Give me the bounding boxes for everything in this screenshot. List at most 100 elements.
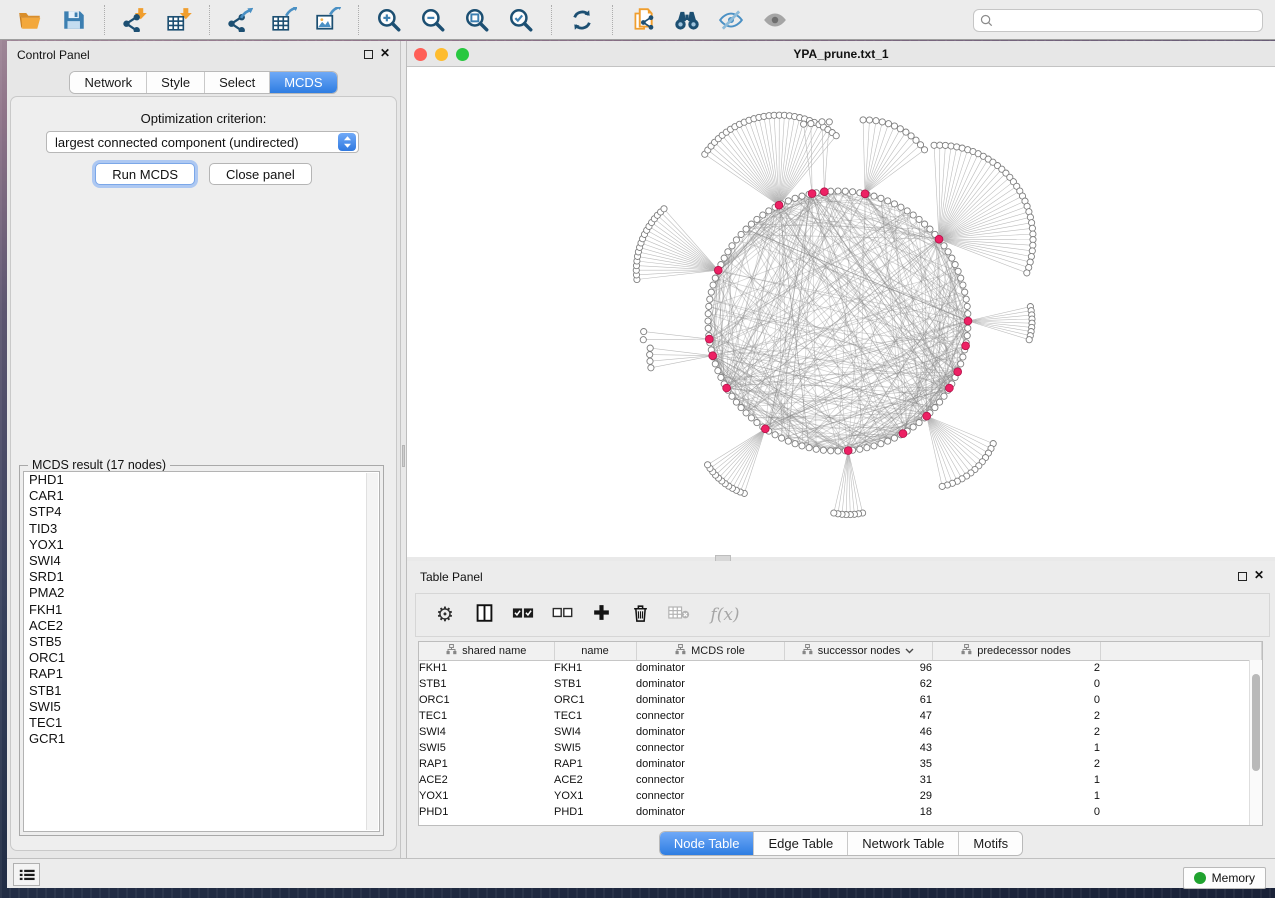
open-button[interactable] (13, 4, 47, 36)
zoom-fit-button[interactable] (460, 4, 494, 36)
refresh-button[interactable] (565, 4, 599, 36)
cell-predecessor-nodes: 0 (932, 804, 1100, 820)
mcds-result-item[interactable]: STB1 (24, 683, 379, 699)
mcds-result-item[interactable]: STP4 (24, 504, 379, 520)
cell-successor-nodes: 46 (784, 724, 932, 740)
tab-edge-table[interactable]: Edge Table (754, 832, 848, 855)
mcds-result-item[interactable]: ORC1 (24, 650, 379, 666)
column-header-predecessor-nodes[interactable]: predecessor nodes (932, 642, 1100, 660)
status-bar: Memory (7, 858, 1275, 888)
cell-predecessor-nodes: 2 (932, 660, 1100, 676)
table-row[interactable]: STB1STB1dominator620 (419, 676, 1261, 692)
tab-style[interactable]: Style (147, 72, 205, 93)
search-input[interactable] (997, 14, 1256, 28)
mcds-result-item[interactable]: ACE2 (24, 618, 379, 634)
table-scrollbar-thumb[interactable] (1252, 674, 1260, 771)
mcds-result-item[interactable]: FKH1 (24, 602, 379, 618)
optimization-criterion-select[interactable]: largest connected component (undirected) (46, 131, 359, 153)
table-row[interactable]: PHD1PHD1dominator180 (419, 804, 1261, 820)
table-row[interactable]: YOX1YOX1connector291 (419, 788, 1261, 804)
hide-selected-button[interactable] (714, 4, 748, 36)
table-row[interactable]: TEC1TEC1connector472 (419, 708, 1261, 724)
tab-motifs[interactable]: Motifs (959, 832, 1022, 855)
table-row[interactable]: ACE2ACE2connector311 (419, 772, 1261, 788)
network-from-selection-icon (630, 7, 656, 32)
network-from-selection-button[interactable] (626, 4, 660, 36)
search-box[interactable] (973, 9, 1263, 32)
app-window: Control Panel ✕ NetworkStyleSelectMCDS O… (7, 41, 1275, 858)
cell-shared-name: ACE2 (419, 772, 554, 788)
select-all-button[interactable] (508, 600, 538, 630)
export-table-button[interactable] (267, 4, 301, 36)
gear-button[interactable]: ⚙ (430, 600, 460, 630)
mcds-result-item[interactable]: RAP1 (24, 666, 379, 682)
cell-name: SWI4 (554, 724, 636, 740)
zoom-out-button[interactable] (416, 4, 450, 36)
show-all-button[interactable] (758, 4, 792, 36)
mcds-result-item[interactable]: STB5 (24, 634, 379, 650)
import-table-button[interactable] (162, 4, 196, 36)
control-panel: Control Panel ✕ NetworkStyleSelectMCDS O… (7, 41, 400, 858)
columns-button[interactable] (469, 600, 499, 630)
mcds-result-item[interactable]: SWI5 (24, 699, 379, 715)
import-network-button[interactable] (118, 4, 152, 36)
tab-select[interactable]: Select (205, 72, 270, 93)
mcds-result-item[interactable]: PMA2 (24, 585, 379, 601)
cell-shared-name: YOX1 (419, 788, 554, 804)
tab-mcds[interactable]: MCDS (270, 72, 336, 93)
zoom-selected-button[interactable] (504, 4, 538, 36)
mcds-result-item[interactable]: TEC1 (24, 715, 379, 731)
search-find-button[interactable] (670, 4, 704, 36)
column-header-shared-name[interactable]: shared name (419, 642, 554, 660)
mcds-result-item[interactable]: CAR1 (24, 488, 379, 504)
table-row[interactable]: ORC1ORC1dominator610 (419, 692, 1261, 708)
table-float-icon[interactable] (1238, 572, 1247, 581)
toolbar-separator (209, 5, 210, 35)
tab-node-table[interactable]: Node Table (660, 832, 755, 855)
delete-table-icon (668, 605, 690, 625)
vertical-splitter[interactable] (400, 41, 407, 858)
cell-MCDS-role: dominator (636, 804, 784, 820)
tab-network-table[interactable]: Network Table (848, 832, 959, 855)
mcds-result-group: MCDS result (17 nodes) PHD1CAR1STP4TID3Y… (19, 465, 384, 836)
delete-table-button (664, 600, 694, 630)
close-panel-button[interactable]: Close panel (209, 163, 312, 185)
column-header-name[interactable]: name (554, 642, 636, 660)
add-button[interactable] (586, 600, 616, 630)
run-mcds-button[interactable]: Run MCDS (95, 163, 195, 185)
float-panel-icon[interactable] (364, 50, 373, 59)
deselect-all-button[interactable] (547, 600, 577, 630)
tab-network[interactable]: Network (70, 72, 147, 93)
cell-successor-nodes: 47 (784, 708, 932, 724)
delete-button[interactable] (625, 600, 655, 630)
export-network-button[interactable] (223, 4, 257, 36)
vertical-splitter-handle[interactable] (402, 445, 405, 467)
network-window-titlebar: YPA_prune.txt_1 (407, 41, 1275, 67)
cell-name: ACE2 (554, 772, 636, 788)
save-button[interactable] (57, 4, 91, 36)
table-scrollbar[interactable] (1249, 660, 1262, 825)
toolbar-separator (358, 5, 359, 35)
cell-successor-nodes: 43 (784, 740, 932, 756)
mcds-result-item[interactable]: SRD1 (24, 569, 379, 585)
mcds-result-item[interactable]: SWI4 (24, 553, 379, 569)
mcds-result-item[interactable]: TID3 (24, 521, 379, 537)
task-history-button[interactable] (13, 863, 40, 886)
mcds-result-item[interactable]: GCR1 (24, 731, 379, 747)
cell-MCDS-role: dominator (636, 724, 784, 740)
mcds-result-item[interactable]: PHD1 (24, 472, 379, 488)
table-row[interactable]: FKH1FKH1dominator962 (419, 660, 1261, 676)
mcds-result-item[interactable]: YOX1 (24, 537, 379, 553)
mcds-list-scrollbar[interactable] (366, 473, 378, 830)
column-header-MCDS-role[interactable]: MCDS role (636, 642, 784, 660)
network-canvas[interactable] (407, 67, 1275, 557)
table-row[interactable]: SWI4SWI4dominator462 (419, 724, 1261, 740)
table-row[interactable]: RAP1RAP1dominator352 (419, 756, 1261, 772)
close-panel-icon[interactable]: ✕ (380, 46, 390, 60)
memory-button[interactable]: Memory (1183, 867, 1266, 889)
column-header-successor-nodes[interactable]: successor nodes (784, 642, 932, 660)
table-row[interactable]: SWI5SWI5connector431 (419, 740, 1261, 756)
zoom-in-button[interactable] (372, 4, 406, 36)
export-image-button[interactable] (311, 4, 345, 36)
table-close-icon[interactable]: ✕ (1254, 568, 1264, 582)
